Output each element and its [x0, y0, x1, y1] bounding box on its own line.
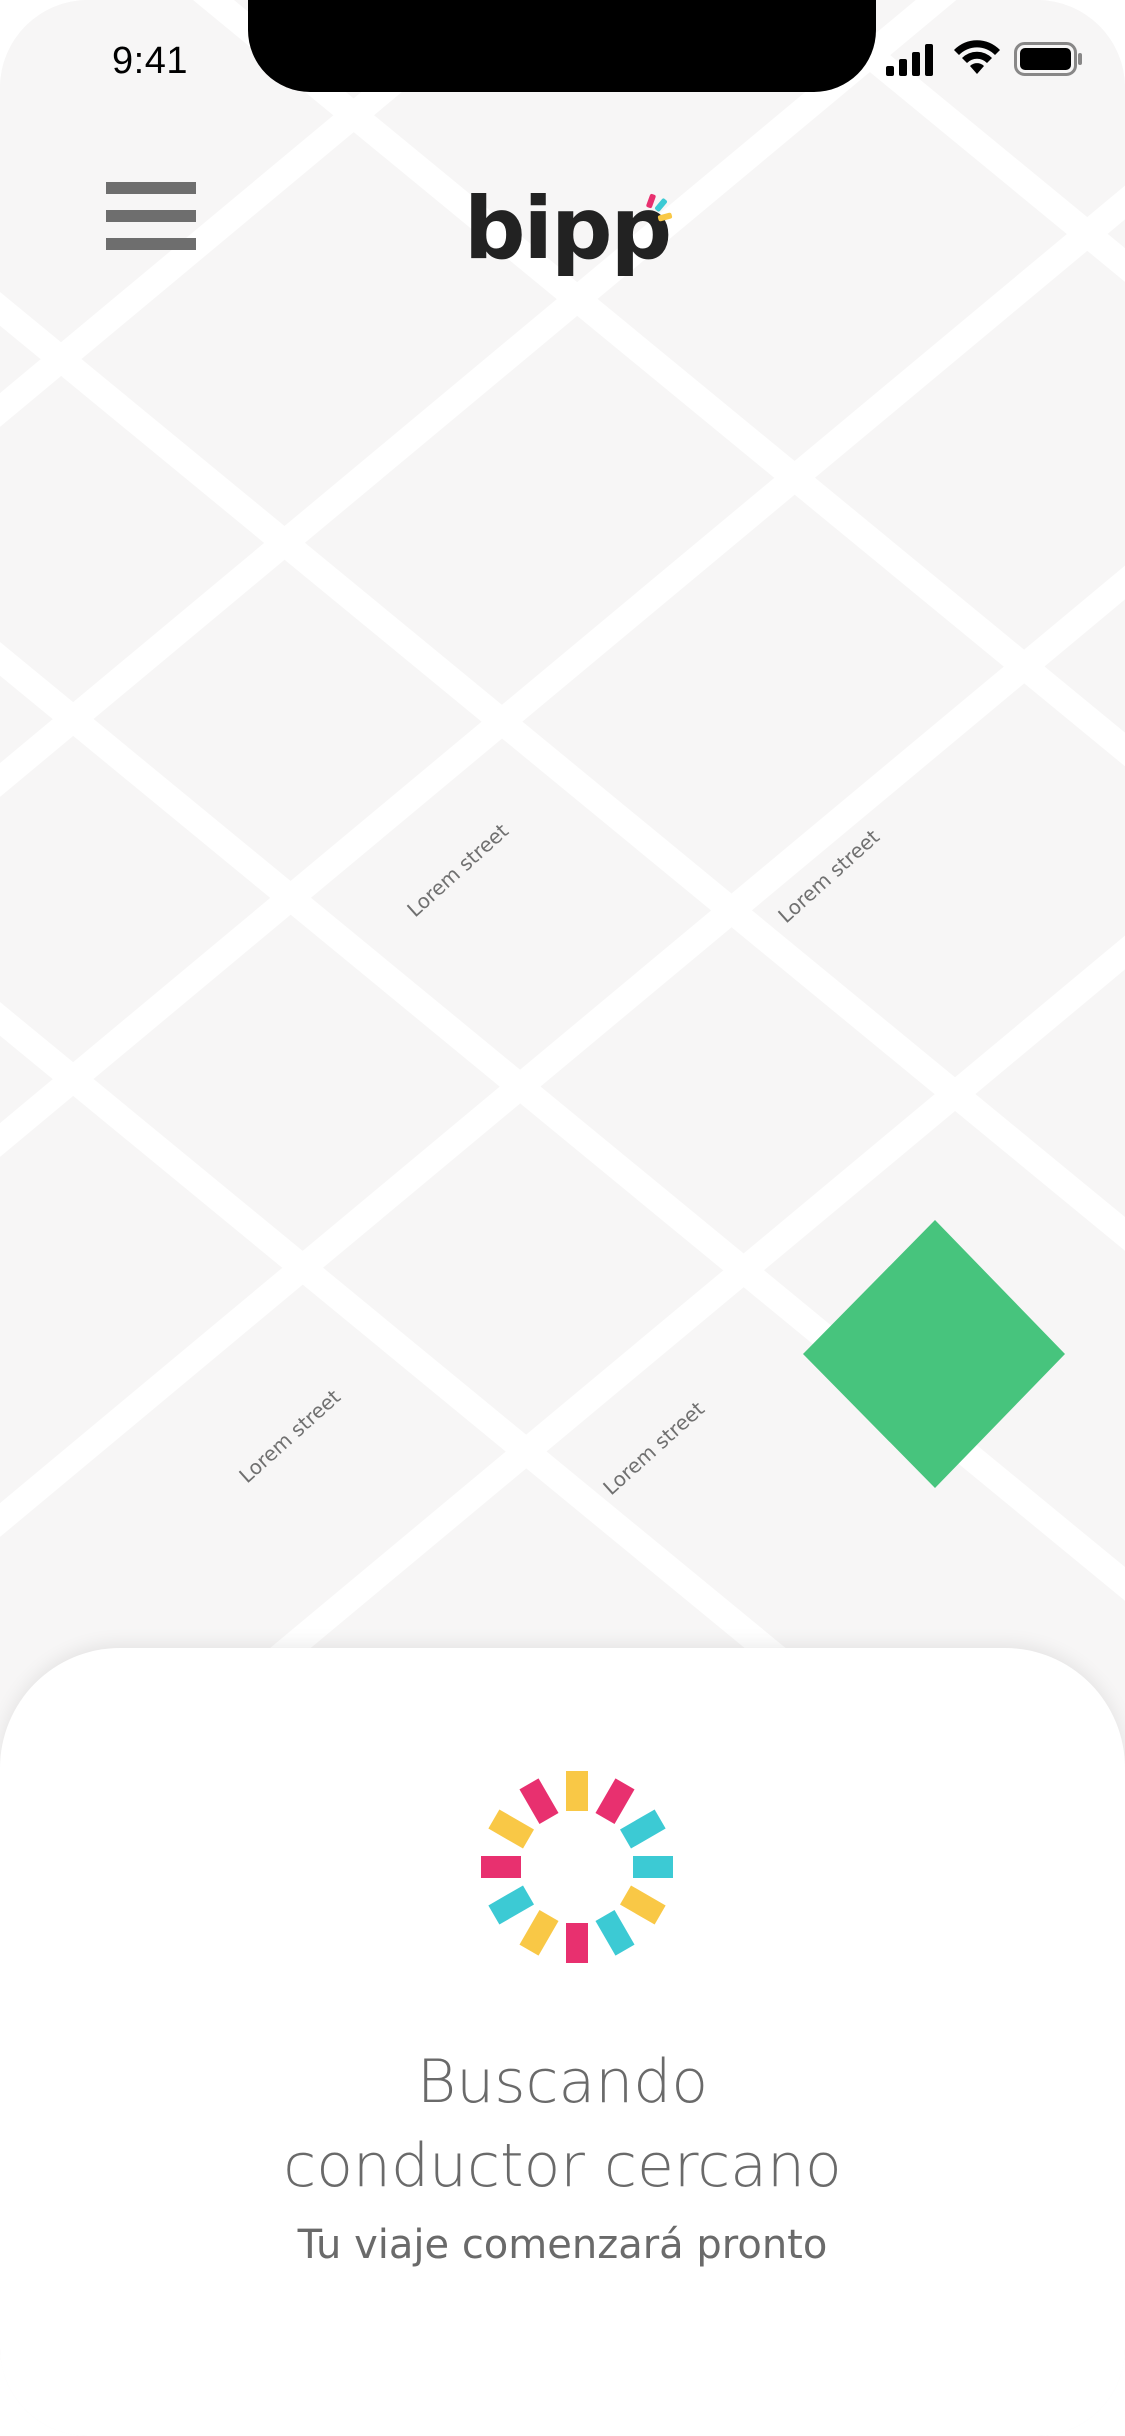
spinner-segment: [566, 1771, 588, 1811]
bipp-logo: bipp: [464, 180, 672, 279]
search-title-line2: conductor cercano: [283, 2131, 842, 2201]
battery-icon: [1014, 42, 1082, 76]
search-panel: Buscando conductor cercano Tu viaje come…: [0, 1648, 1125, 2436]
spinner-segment: [488, 1809, 535, 1849]
spinner-segment: [519, 1909, 559, 1956]
loading-spinner-icon: [481, 1771, 673, 1963]
search-subtitle: Tu viaje comenzará pronto: [297, 2222, 828, 2268]
spinner-segment: [595, 1778, 635, 1825]
spinner-segment: [519, 1778, 559, 1825]
logo-text: bipp: [464, 180, 670, 279]
spinner-segment: [595, 1909, 635, 1956]
status-bar: 9:41: [0, 0, 1125, 132]
spinner-segment: [619, 1885, 666, 1925]
spinner-segment: [633, 1856, 673, 1878]
spinner-segment: [566, 1923, 588, 1963]
wifi-icon: [954, 40, 1000, 74]
signal-bars-icon: [886, 44, 933, 76]
status-time: 9:41: [112, 40, 188, 82]
spinner-segment: [619, 1809, 666, 1849]
spinner-segment: [481, 1856, 521, 1878]
notch: [248, 0, 876, 92]
menu-button[interactable]: [104, 178, 198, 254]
phone-screen: Lorem street Lorem street Lorem street L…: [0, 0, 1125, 2436]
spinner-segment: [488, 1885, 535, 1925]
search-title-line1: Buscando: [416, 2047, 709, 2117]
